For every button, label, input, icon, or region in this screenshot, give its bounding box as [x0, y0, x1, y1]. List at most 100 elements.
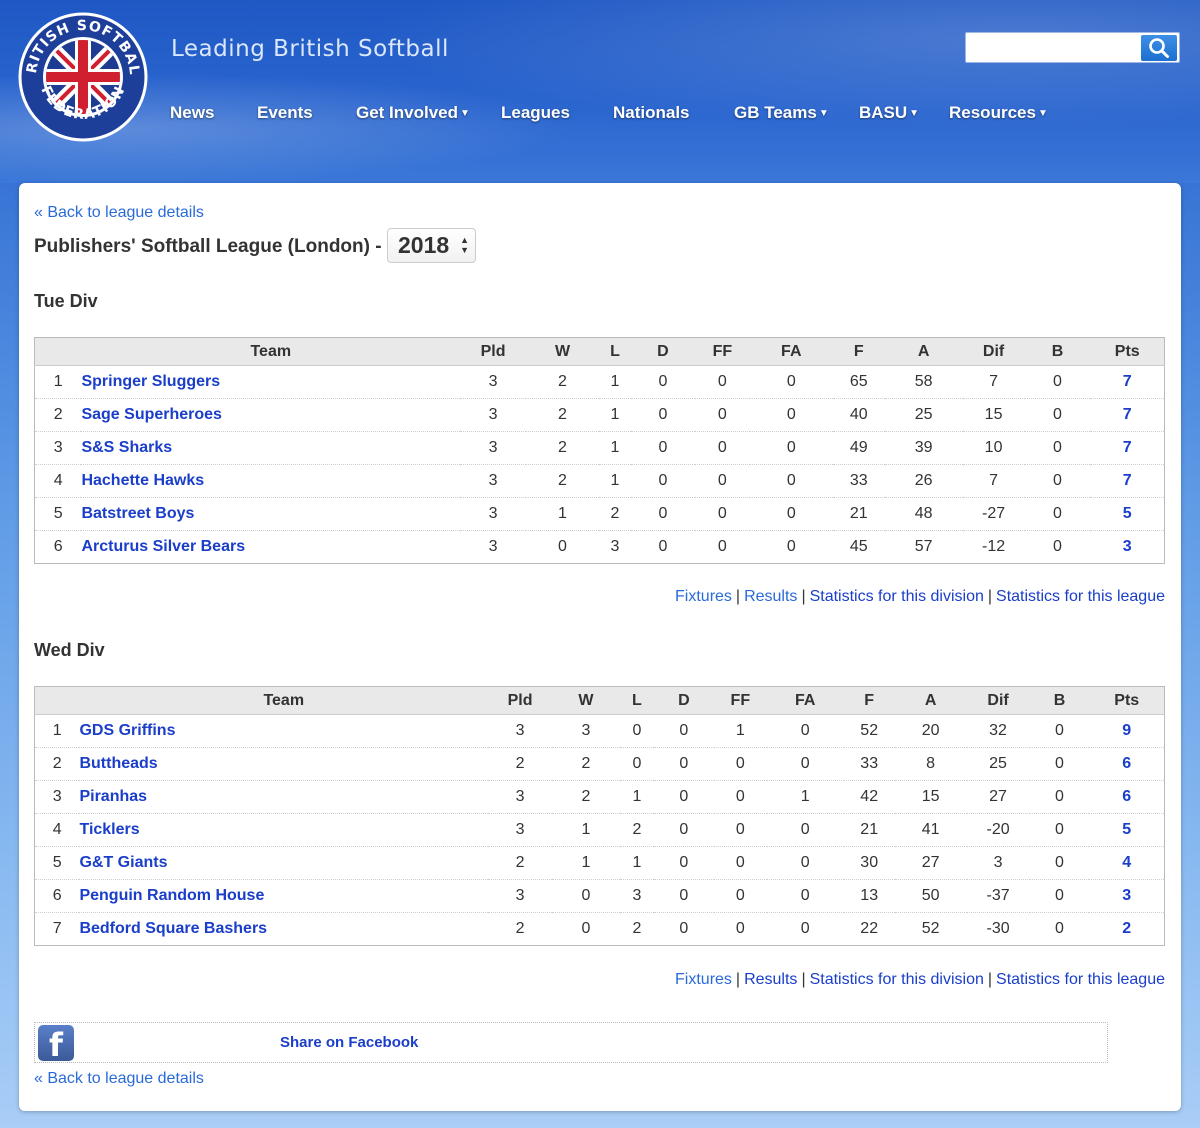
cell-won: 0	[552, 879, 620, 913]
cell-difference: 7	[962, 365, 1025, 399]
league-title: Publishers' Softball League (London) -	[34, 236, 382, 257]
cell-forfeits-against: 0	[766, 714, 844, 748]
column-header-position	[34, 337, 82, 366]
nav-get-involved[interactable]: Get Involved ▼	[356, 103, 470, 123]
cell-runs-for: 45	[849, 538, 868, 555]
cell-drawn: 0	[653, 747, 714, 781]
cell-team[interactable]: Hachette Hawks	[81, 464, 461, 498]
nav-events[interactable]: Events	[257, 103, 313, 123]
results-link[interactable]: Results	[744, 971, 797, 988]
cell-position: 5	[34, 846, 80, 880]
cell-points[interactable]: 5	[1089, 813, 1165, 847]
cell-played: 3	[460, 497, 527, 531]
division-stats-link[interactable]: Statistics for this division	[810, 971, 984, 988]
table-row: 2 Sage Superheroes 3 2 1 0 0 0 40 25 15 0 7	[34, 398, 1165, 432]
cell-forfeits-against: 0	[766, 747, 844, 781]
cell-points[interactable]: 4	[1089, 846, 1165, 880]
fixtures-link[interactable]: Fixtures	[675, 588, 732, 605]
cell-runs-against: 50	[894, 879, 967, 913]
cell-lost: 3	[610, 538, 620, 555]
cell-points[interactable]: 5	[1090, 497, 1165, 531]
cell-drawn: 0	[630, 431, 695, 465]
cell-points[interactable]: 7	[1090, 365, 1165, 399]
cell-points[interactable]: 7	[1090, 431, 1165, 465]
back-to-league-link[interactable]: « Back to league details	[34, 204, 204, 222]
cell-team[interactable]: Sage Superheroes	[81, 398, 461, 432]
cell-forfeits-against: 0	[786, 538, 796, 555]
cell-runs-against: 39	[884, 431, 963, 465]
cell-won: 2	[526, 365, 599, 399]
cell-points[interactable]: 6	[1089, 780, 1165, 814]
cell-team[interactable]: Buttheads	[79, 747, 489, 781]
cell-runs-for: 33	[843, 747, 895, 781]
cell-points[interactable]: 3	[1090, 531, 1164, 564]
nav-gb-teams[interactable]: GB Teams ▼	[734, 103, 829, 123]
cell-difference: -27	[962, 497, 1025, 531]
cell-points[interactable]: 2	[1089, 913, 1164, 946]
cell-team[interactable]: GDS Griffins	[79, 714, 489, 748]
season-select[interactable]: 2018 ▲ ▼	[387, 228, 476, 263]
dropdown-caret-icon: ▼	[818, 108, 829, 119]
cell-won: 2	[526, 464, 599, 498]
column-header-points: Pts	[1090, 337, 1165, 366]
cell-forfeits-for: 0	[713, 813, 767, 847]
back-to-league-link[interactable]: « Back to league details	[34, 1070, 204, 1088]
cell-team[interactable]: Batstreet Boys	[81, 497, 461, 531]
cell-forfeits-for: 0	[694, 398, 750, 432]
cell-points[interactable]: 7	[1090, 398, 1165, 432]
table-row: 1 GDS Griffins 3 3 0 0 1 0 52 20 32 0 9	[34, 714, 1165, 748]
search-input[interactable]	[970, 37, 1140, 59]
nav-nationals[interactable]: Nationals	[613, 103, 690, 123]
share-on-facebook-link[interactable]: Share on Facebook	[280, 1034, 418, 1051]
nav-resources[interactable]: Resources ▼	[949, 103, 1048, 123]
division-title: Tue Div	[34, 291, 98, 311]
cell-points[interactable]: 3	[1089, 879, 1165, 913]
cell-team[interactable]: Bedford Square Bashers	[79, 913, 488, 946]
cell-runs-against: 25	[884, 398, 963, 432]
cell-team[interactable]: Penguin Random House	[79, 879, 489, 913]
nav-news[interactable]: News	[170, 103, 214, 123]
table-header-row: Team Pld W L D FF FA F A Dif B Pts	[34, 337, 1165, 366]
division-stats-link[interactable]: Statistics for this division	[810, 588, 984, 605]
cell-team[interactable]: Springer Sluggers	[81, 365, 461, 399]
cell-lost: 1	[598, 365, 631, 399]
cell-team[interactable]: G&T Giants	[79, 846, 489, 880]
cell-difference: 15	[962, 398, 1025, 432]
cell-played: 2	[488, 846, 552, 880]
nav-leagues[interactable]: Leagues	[501, 103, 570, 123]
standings-table-tue: Team Pld W L D FF FA F A Dif B Pts 1 Springer Slugge…	[34, 337, 1165, 564]
cell-difference: -37	[966, 879, 1030, 913]
nav-basu[interactable]: BASU ▼	[859, 103, 919, 123]
column-header-runs-for: F	[832, 337, 885, 366]
results-link[interactable]: Results	[744, 588, 797, 605]
facebook-icon[interactable]: f	[38, 1025, 74, 1064]
column-header-team: Team	[81, 337, 461, 366]
table-row: 1 Springer Sluggers 3 2 1 0 0 0 65 58 7 0 7	[34, 365, 1165, 399]
cell-difference: 32	[966, 714, 1030, 748]
search-button[interactable]	[1141, 35, 1177, 61]
cell-points[interactable]: 7	[1090, 464, 1165, 498]
cell-points[interactable]: 9	[1089, 714, 1165, 748]
cell-position: 6	[53, 538, 63, 555]
league-stats-link[interactable]: Statistics for this league	[996, 971, 1165, 988]
cell-team[interactable]: Arcturus Silver Bears	[81, 531, 460, 564]
cell-played: 3	[460, 431, 527, 465]
cell-team[interactable]: Piranhas	[79, 780, 489, 814]
cell-runs-against: 27	[894, 846, 967, 880]
fixtures-link[interactable]: Fixtures	[675, 971, 732, 988]
content-panel: « Back to league details Publishers' Sof…	[19, 183, 1181, 1111]
cell-team[interactable]: Ticklers	[79, 813, 489, 847]
cell-lost: 1	[619, 846, 654, 880]
cell-points[interactable]: 6	[1089, 747, 1165, 781]
cell-forfeits-against: 0	[766, 813, 844, 847]
cell-team[interactable]: S&S Sharks	[81, 431, 461, 465]
facebook-share-box[interactable]: f Share on Facebook	[34, 1022, 1108, 1064]
cell-lost: 3	[619, 879, 654, 913]
column-header-runs-against: A	[894, 686, 967, 715]
league-stats-link[interactable]: Statistics for this league	[996, 588, 1165, 605]
cell-forfeits-against: 0	[766, 879, 844, 913]
cell-difference: -12	[982, 538, 1006, 555]
search-icon	[1149, 38, 1169, 58]
cell-forfeits-against: 0	[749, 464, 833, 498]
cell-won: 2	[526, 398, 599, 432]
